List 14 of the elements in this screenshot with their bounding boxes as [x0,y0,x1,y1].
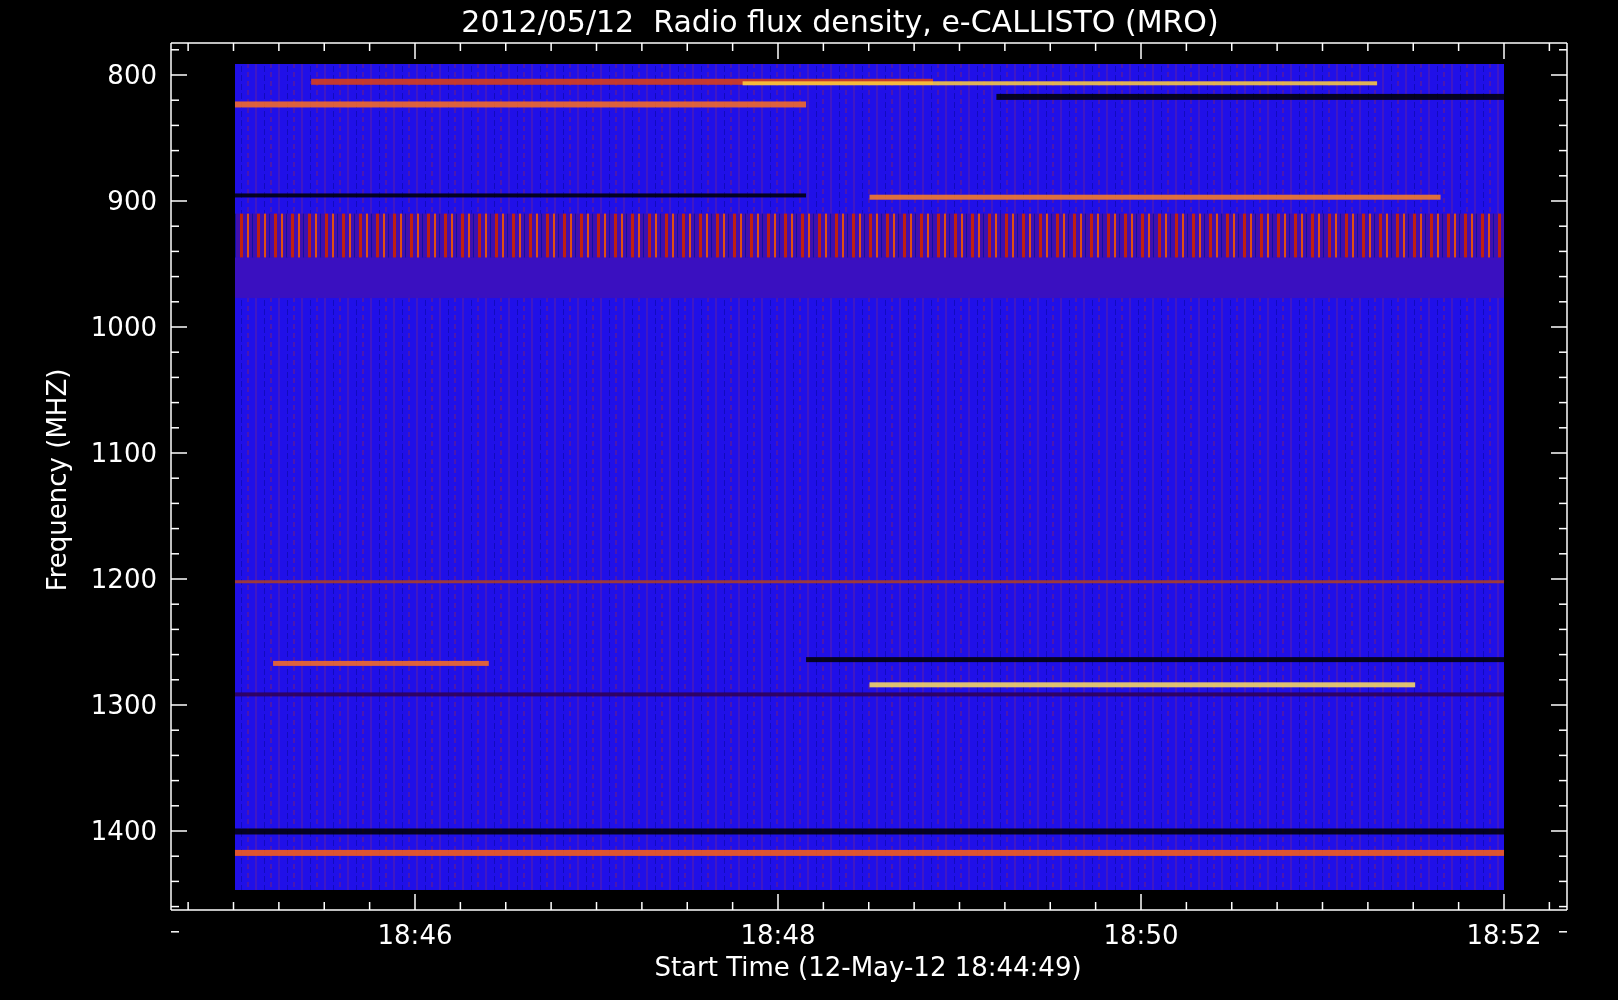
y-tick-label: 800 [107,60,157,90]
y-tick-label: 1300 [90,690,157,720]
chart-title: 2012/05/12 Radio flux density, e-CALLISTO (MRO) [461,4,1219,39]
x-tick-label: 18:52 [1466,920,1542,950]
x-axis-label: Start Time (12-May-12 18:44:49) [654,952,1082,982]
y-tick-label: 1200 [90,564,157,594]
y-tick-label: 1100 [90,438,157,468]
y-tick-label: 1400 [90,816,157,846]
y-tick-label: 900 [107,186,157,216]
y-axis-label: Frequency (MHZ) [42,368,72,592]
x-tick-label: 18:48 [740,920,816,950]
x-tick-label: 18:50 [1103,920,1179,950]
y-tick-label: 1000 [90,312,157,342]
x-tick-label: 18:46 [377,920,453,950]
